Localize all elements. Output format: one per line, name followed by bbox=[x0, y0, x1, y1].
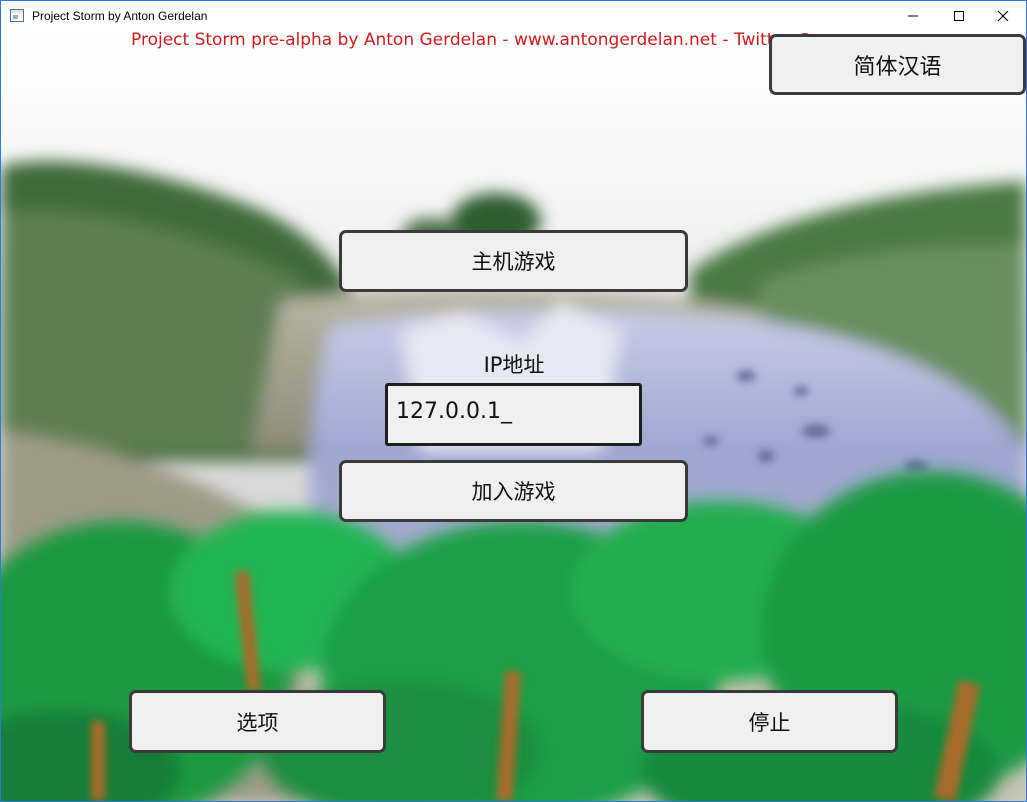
language-button[interactable]: 简体汉语 bbox=[769, 34, 1026, 95]
window-title: Project Storm by Anton Gerdelan bbox=[32, 9, 208, 23]
minimize-button[interactable] bbox=[890, 1, 936, 31]
quit-button[interactable]: 停止 bbox=[641, 690, 898, 753]
game-viewport: Project Storm pre-alpha by Anton Gerdela… bbox=[1, 31, 1026, 801]
ip-address-input[interactable]: 127.0.0.1_ bbox=[385, 383, 642, 446]
ip-address-label: IP地址 bbox=[483, 353, 545, 377]
title-bar[interactable]: Project Storm by Anton Gerdelan bbox=[1, 1, 1026, 31]
join-game-button[interactable]: 加入游戏 bbox=[339, 460, 688, 522]
host-game-button[interactable]: 主机游戏 bbox=[339, 230, 688, 292]
minimize-icon bbox=[908, 15, 918, 17]
game-window: Project Storm by Anton Gerdelan Project … bbox=[0, 0, 1027, 802]
app-window-icon bbox=[10, 9, 24, 22]
maximize-icon bbox=[954, 11, 964, 21]
close-button[interactable] bbox=[980, 1, 1026, 31]
close-icon bbox=[997, 10, 1009, 22]
options-button[interactable]: 选项 bbox=[129, 690, 386, 753]
maximize-button[interactable] bbox=[936, 1, 982, 31]
